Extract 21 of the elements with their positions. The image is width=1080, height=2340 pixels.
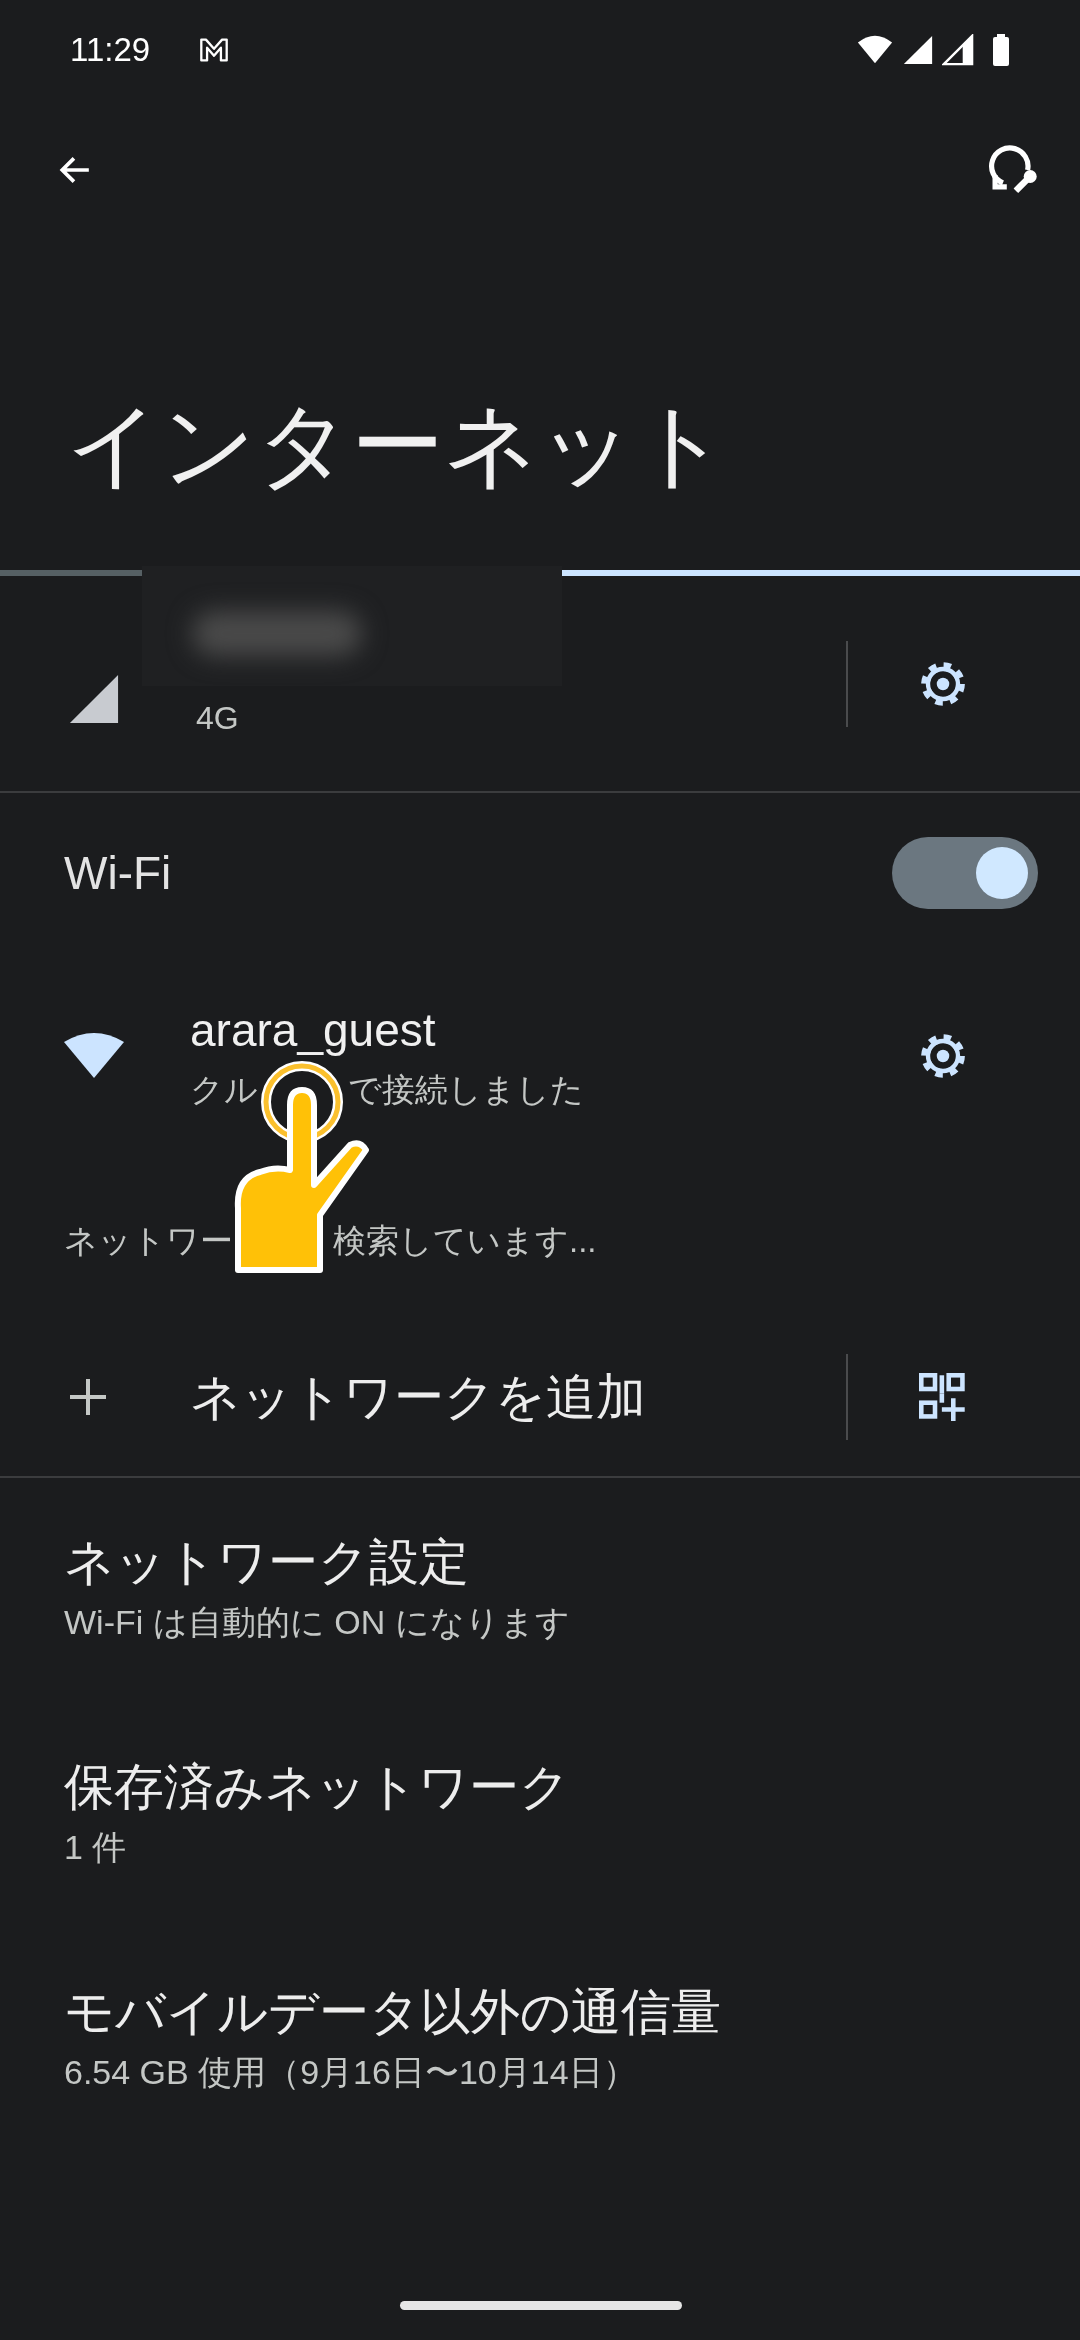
- settings-item[interactable]: モバイルデータ以外の通信量 6.54 GB 使用（9月16日〜10月14日）: [0, 1928, 1080, 2153]
- wifi-label: Wi-Fi: [64, 845, 172, 901]
- settings-item[interactable]: 保存済みネットワーク 1 件: [0, 1703, 1080, 1928]
- plus-icon: [68, 1377, 108, 1417]
- status-time: 11:29: [70, 30, 151, 71]
- signal-icon: [942, 34, 974, 66]
- scan-status: ネットワー: [64, 1221, 233, 1261]
- add-network-button[interactable]: ネットワークを追加: [68, 1359, 646, 1435]
- signal-icon: [902, 34, 934, 66]
- connection-status: クル: [190, 1070, 258, 1111]
- qr-code-icon: [919, 1373, 967, 1421]
- signal-icon: [68, 672, 120, 725]
- page-title: インターネット: [65, 392, 730, 499]
- scan-status: 検索しています...: [333, 1221, 597, 1261]
- battery-icon: [992, 33, 1010, 67]
- connection-status: で接続しました: [348, 1070, 584, 1111]
- settings-item[interactable]: ネットワーク設定 Wi-Fi は自動的に ON になります: [0, 1478, 1080, 1703]
- wifi-icon: [856, 34, 894, 66]
- network-type: 4G: [196, 698, 240, 738]
- wifi-icon: [62, 1031, 126, 1080]
- network-name[interactable]: arara_guest: [190, 996, 584, 1066]
